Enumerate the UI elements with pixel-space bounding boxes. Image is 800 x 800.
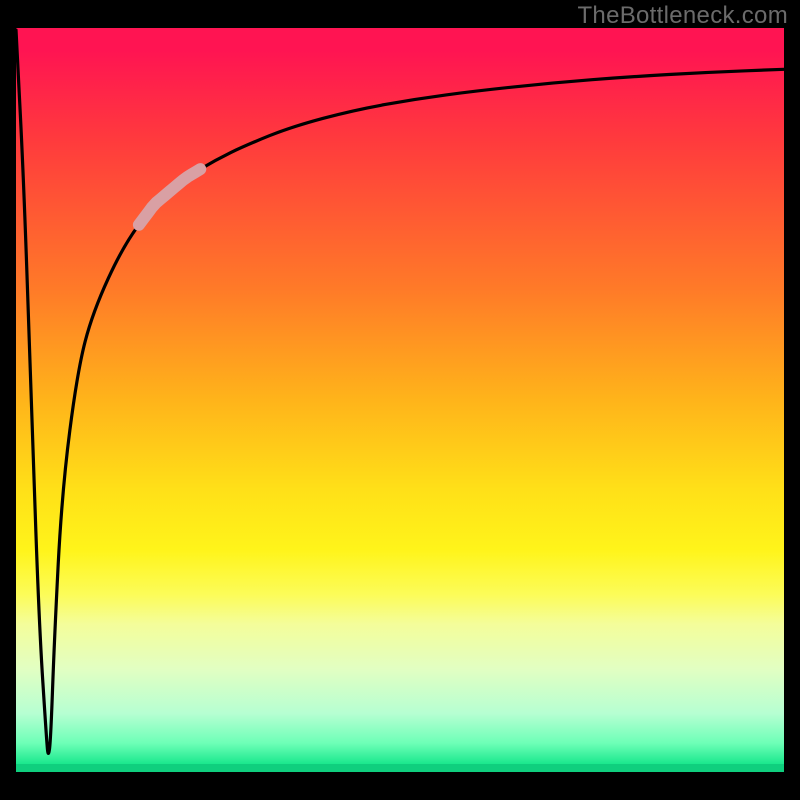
bottleneck-curve <box>16 30 784 753</box>
plot-area <box>16 28 784 784</box>
plot-frame <box>16 28 784 784</box>
highlight-segment <box>139 169 200 225</box>
curve-svg <box>16 28 784 784</box>
chart-container: TheBottleneck.com <box>0 0 800 800</box>
watermark-text: TheBottleneck.com <box>577 2 788 30</box>
curve-line <box>16 30 784 753</box>
